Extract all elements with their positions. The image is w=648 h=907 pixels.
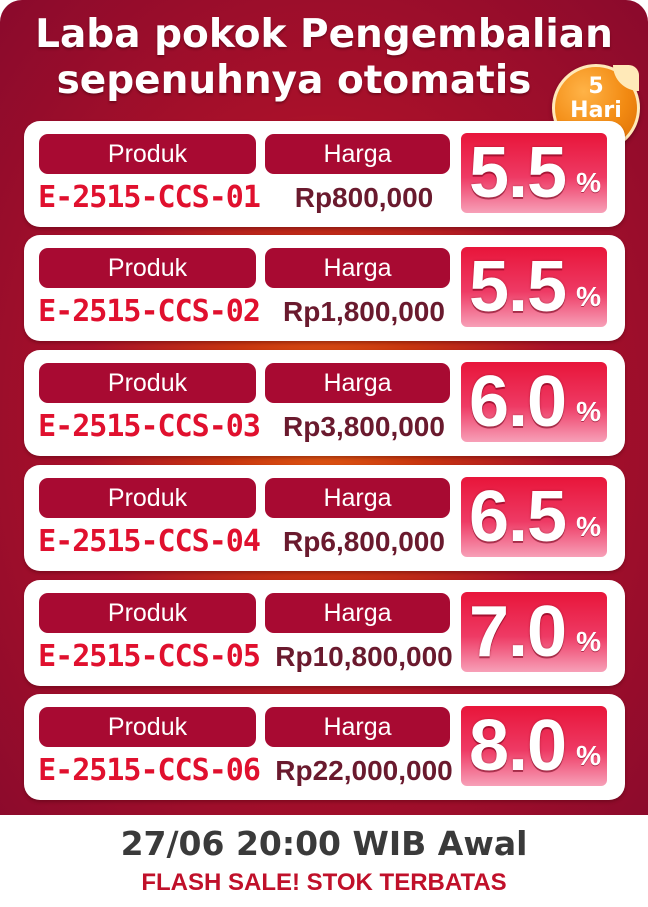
product-price: Rp800,000 xyxy=(294,182,434,213)
product-label: Produk xyxy=(39,363,256,403)
product-code: E-2515-CCS-02 xyxy=(38,294,261,329)
percent-sign: % xyxy=(576,626,601,657)
promo-panel: Laba pokok Pengembalian sepenuhnya otoma… xyxy=(0,0,648,815)
return-rate-value: 8.0 xyxy=(469,706,567,786)
product-card[interactable]: Produk Harga E-2515-CCS-05 Rp10,800,000 … xyxy=(24,580,625,686)
product-card[interactable]: Produk Harga E-2515-CCS-04 Rp6,800,000 6… xyxy=(24,465,625,571)
return-rate-box: 5.5 % xyxy=(461,247,607,327)
product-code: E-2515-CCS-05 xyxy=(38,639,261,674)
return-rate-value: 5.5 xyxy=(469,247,567,327)
flash-sale-notice: FLASH SALE! STOK TERBATAS xyxy=(141,869,507,896)
product-label: Produk xyxy=(39,248,256,288)
percent-sign: % xyxy=(576,396,601,427)
price-label: Harga xyxy=(265,478,450,518)
product-price: Rp22,000,000 xyxy=(275,755,453,786)
product-code: E-2515-CCS-04 xyxy=(38,524,261,559)
promo-title-line2: sepenuhnya otomatis xyxy=(56,58,532,103)
return-rate-box: 6.0 % xyxy=(461,362,607,442)
badge-days-number: 5 xyxy=(588,74,604,99)
product-price: Rp10,800,000 xyxy=(275,641,453,672)
product-price: Rp3,800,000 xyxy=(283,411,445,442)
product-code: E-2515-CCS-03 xyxy=(38,409,261,444)
product-code: E-2515-CCS-06 xyxy=(38,753,261,788)
sale-start-time: 27/06 20:00 WIB Awal xyxy=(120,824,528,863)
price-label: Harga xyxy=(265,134,450,174)
price-label: Harga xyxy=(265,707,450,747)
percent-sign: % xyxy=(576,167,601,198)
return-rate-value: 5.5 xyxy=(469,133,567,213)
badge-days-unit: Hari xyxy=(570,98,622,123)
return-rate-value: 7.0 xyxy=(469,592,567,672)
product-label: Produk xyxy=(39,134,256,174)
price-label: Harga xyxy=(265,593,450,633)
product-label: Produk xyxy=(39,707,256,747)
product-code: E-2515-CCS-01 xyxy=(38,180,261,215)
percent-sign: % xyxy=(576,740,601,771)
percent-sign: % xyxy=(576,281,601,312)
price-label: Harga xyxy=(265,248,450,288)
return-rate-box: 8.0 % xyxy=(461,706,607,786)
promo-title-line1: Laba pokok Pengembalian xyxy=(35,12,613,57)
product-card[interactable]: Produk Harga E-2515-CCS-06 Rp22,000,000 … xyxy=(24,694,625,800)
return-rate-value: 6.5 xyxy=(469,477,567,557)
percent-sign: % xyxy=(576,511,601,542)
product-price: Rp6,800,000 xyxy=(283,526,445,557)
product-card[interactable]: Produk Harga E-2515-CCS-03 Rp3,800,000 6… xyxy=(24,350,625,456)
return-rate-box: 5.5 % xyxy=(461,133,607,213)
return-rate-box: 6.5 % xyxy=(461,477,607,557)
product-card[interactable]: Produk Harga E-2515-CCS-01 Rp800,000 5.5… xyxy=(24,121,625,227)
return-rate-box: 7.0 % xyxy=(461,592,607,672)
product-price: Rp1,800,000 xyxy=(283,296,445,327)
return-rate-value: 6.0 xyxy=(469,362,567,442)
product-label: Produk xyxy=(39,593,256,633)
price-label: Harga xyxy=(265,363,450,403)
product-label: Produk xyxy=(39,478,256,518)
product-card[interactable]: Produk Harga E-2515-CCS-02 Rp1,800,000 5… xyxy=(24,235,625,341)
